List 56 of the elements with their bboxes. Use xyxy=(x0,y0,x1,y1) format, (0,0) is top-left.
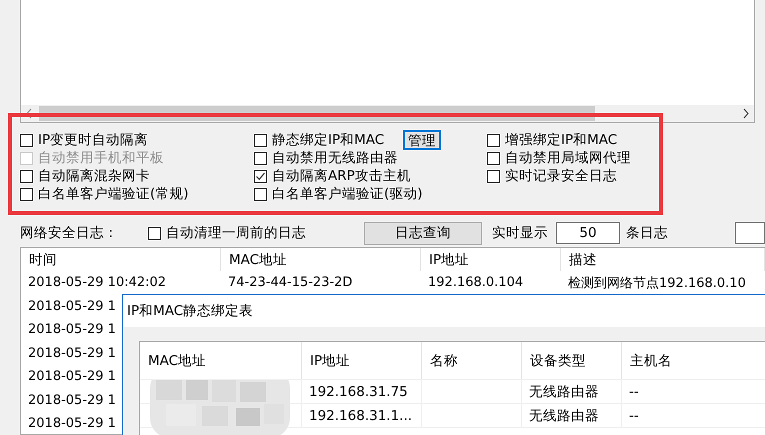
count-unit-label: 条日志 xyxy=(626,224,668,242)
column-header[interactable]: 主机名 xyxy=(622,342,765,379)
table-cell: 192.168.31.1... xyxy=(302,404,422,427)
checkbox-label: 自动禁用局域网代理 xyxy=(505,149,631,167)
column-header[interactable]: 时间 xyxy=(21,248,221,271)
log-section-label: 网络安全日志： xyxy=(20,224,118,242)
column-header[interactable]: MAC地址 xyxy=(140,342,302,379)
checkbox[interactable] xyxy=(20,170,33,182)
checkbox-label: 自动清理一周前的日志 xyxy=(166,224,306,242)
checkbox[interactable] xyxy=(254,152,267,164)
checkbox-label: 实时记录安全日志 xyxy=(505,167,617,185)
column-header[interactable]: MAC地址 xyxy=(221,248,421,271)
checkbox[interactable] xyxy=(20,188,33,200)
table-cell: 2018-05-29 1 xyxy=(28,346,116,361)
checkbox[interactable] xyxy=(20,134,33,146)
checkbox-label: 自动禁用无线路由器 xyxy=(272,149,398,167)
manage-button[interactable]: 管理 xyxy=(403,130,442,150)
table-cell: 2018-05-29 1 xyxy=(28,392,116,408)
input-field[interactable] xyxy=(735,222,765,244)
checkbox-label: 自动隔离ARP攻击主机 xyxy=(272,167,411,185)
table-cell: 192.168.0.104 xyxy=(428,275,524,290)
checkbox-label: IP变更时自动隔离 xyxy=(38,131,148,149)
checkbox[interactable] xyxy=(487,134,500,146)
checkbox-label: 增强绑定IP和MAC xyxy=(505,131,618,149)
table-cell: 无线路由器 xyxy=(522,404,622,427)
column-header[interactable]: 描述 xyxy=(561,248,765,271)
dialog-title: IP和MAC静态绑定表 xyxy=(127,302,254,320)
checkbox[interactable] xyxy=(487,170,500,182)
checkbox[interactable] xyxy=(254,170,267,182)
table-cell: -- xyxy=(622,380,765,403)
table-cell-text: 检测到网络节点192.168.0.10 xyxy=(568,274,746,292)
log-query-button[interactable]: 日志查询 xyxy=(364,222,482,244)
table-cell: 2018-05-29 1 xyxy=(28,298,116,314)
checkbox-label: 自动禁用手机和平板 xyxy=(38,149,164,167)
checkbox[interactable] xyxy=(487,152,500,164)
checkbox-label: 白名单客户端验证(常规) xyxy=(38,185,189,203)
checkbox-label: 静态绑定IP和MAC xyxy=(272,131,384,149)
table-cell: 2018-05-29 1 xyxy=(28,322,116,338)
count-field[interactable]: 50 xyxy=(556,222,620,244)
realtime-label: 实时显示 xyxy=(492,224,548,242)
checkbox-label: 白名单客户端验证(驱动) xyxy=(272,185,423,203)
table-cell: 无线路由器 xyxy=(522,380,622,403)
table-cell: 74-23-44-15-23-2D xyxy=(228,275,352,290)
table-cell: 2018-05-29 1 xyxy=(28,416,116,432)
table-cell: -- xyxy=(622,404,765,427)
column-header[interactable]: IP地址 xyxy=(302,342,422,379)
checkbox[interactable] xyxy=(254,134,267,146)
column-header[interactable]: 名称 xyxy=(422,342,522,379)
table-cell: 2018-05-29 10:42:02 xyxy=(28,275,166,290)
column-header[interactable]: 设备类型 xyxy=(522,342,622,379)
checkbox-label: 自动隔离混杂网卡 xyxy=(38,167,150,185)
checkbox[interactable] xyxy=(148,226,161,240)
checkbox[interactable] xyxy=(254,188,267,200)
table-cell: 2018-05-29 1 xyxy=(28,369,116,384)
column-header[interactable]: IP地址 xyxy=(421,248,561,271)
table-cell: 192.168.31.75 xyxy=(302,380,422,403)
